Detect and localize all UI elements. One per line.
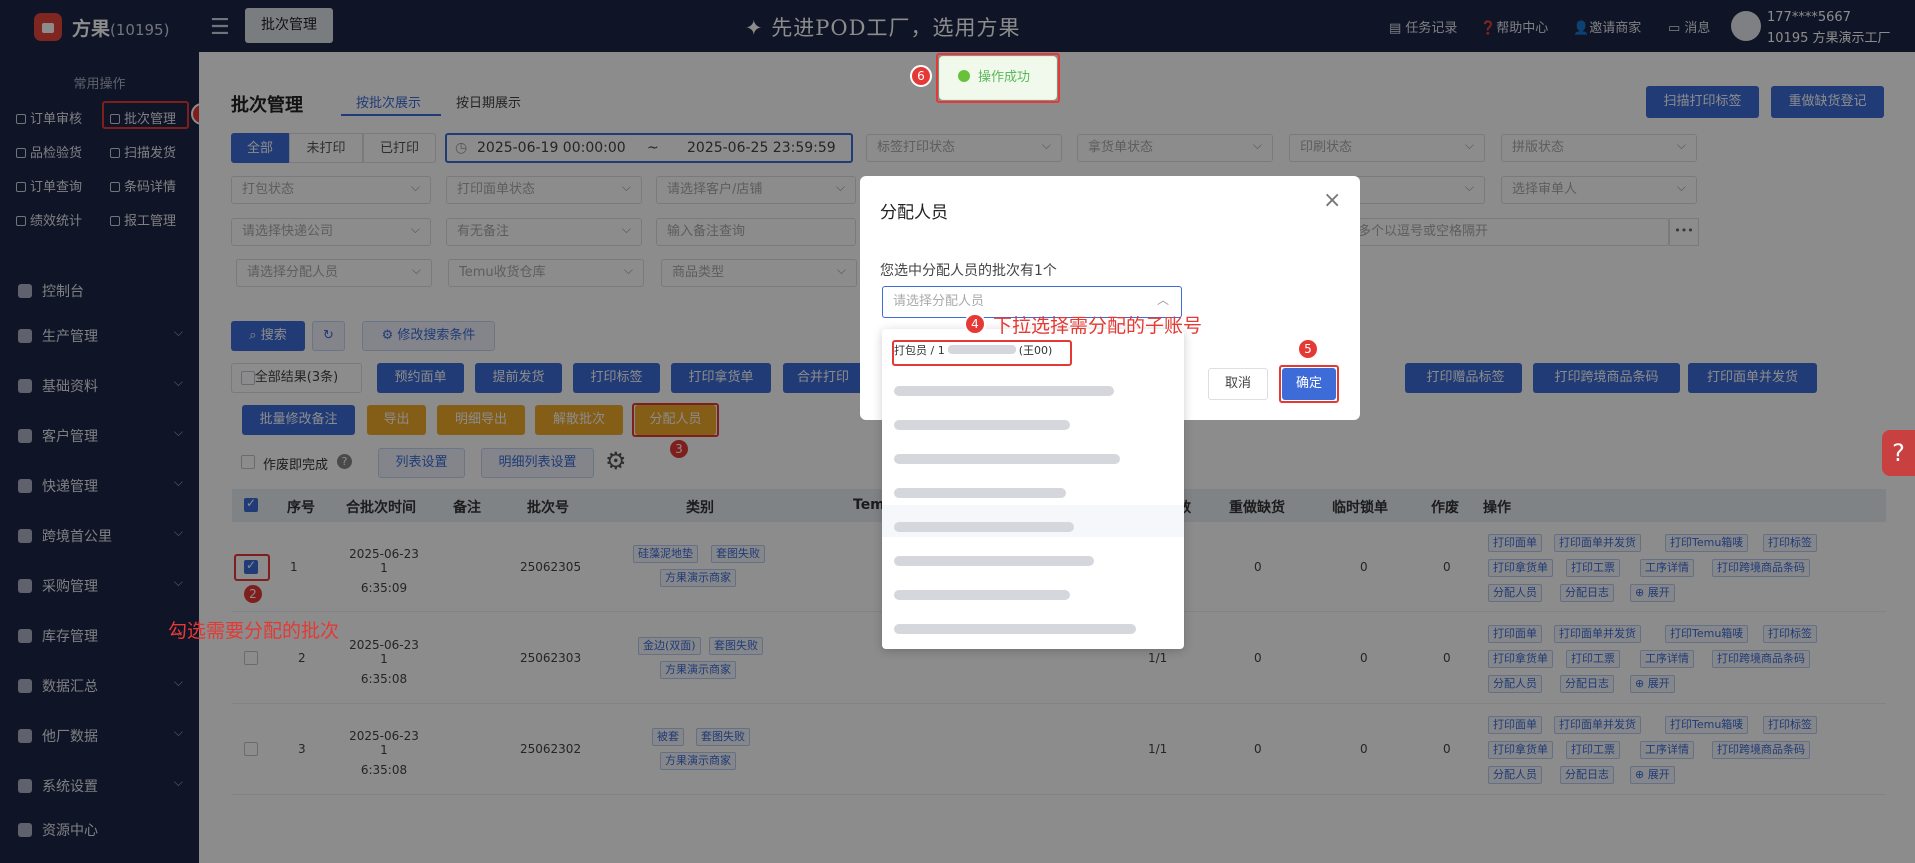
dialog-title: 分配人员: [880, 203, 948, 223]
annotation-select-sub-account: 下拉选择需分配的子账号: [993, 315, 1203, 337]
cancel-button[interactable]: 取消: [1208, 368, 1268, 400]
dropdown-option[interactable]: [894, 420, 1070, 430]
dropdown-option[interactable]: [894, 590, 1070, 600]
highlight-dropdown-option: [892, 340, 1072, 366]
step-badge-5: 5: [1297, 338, 1319, 360]
step-badge-4: 4: [964, 313, 986, 335]
hovered-option: [882, 505, 1184, 537]
dropdown-option[interactable]: [894, 454, 1120, 464]
close-icon[interactable]: ×: [1323, 188, 1341, 213]
highlight-confirm: [1279, 365, 1339, 403]
dialog-info: 您选中分配人员的批次有1个: [880, 263, 1057, 279]
dropdown-option[interactable]: [894, 624, 1136, 634]
step-badge-6: 6: [910, 65, 932, 87]
dropdown-option[interactable]: [894, 522, 1074, 532]
annotation-select-batch: 勾选需要分配的批次: [168, 620, 340, 642]
dropdown-option[interactable]: [894, 556, 1094, 566]
assignee-dropdown-panel: 打包员 / 1 (王00): [882, 329, 1184, 649]
assignee-dropdown-placeholder: 请选择分配人员: [893, 294, 985, 309]
dropdown-option[interactable]: [894, 386, 1114, 396]
dropdown-option[interactable]: [894, 488, 1066, 498]
help-float-button[interactable]: ?: [1882, 430, 1915, 476]
highlight-toast: [936, 53, 1060, 103]
